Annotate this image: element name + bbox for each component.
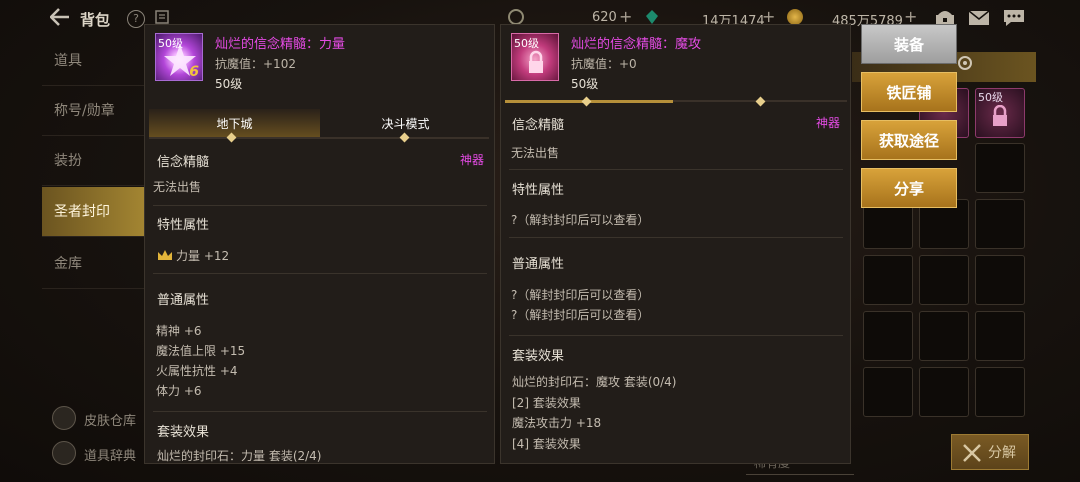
item-icon-magic-attack: 50级	[511, 33, 559, 81]
set-effect-title: 套装效果	[512, 349, 565, 364]
mail-icon[interactable]	[968, 9, 990, 27]
decompose-button[interactable]: 分解	[951, 434, 1029, 470]
divider	[509, 335, 843, 336]
set-effect-line: 灿烂的封印石：魔攻 套装(0/4)	[512, 375, 677, 389]
set-effect-title: 套装效果	[157, 425, 210, 440]
equip-button[interactable]: 装备	[861, 24, 957, 64]
inventory-slot[interactable]	[919, 367, 969, 417]
item-icon-strength: 50级 6	[155, 33, 203, 81]
divider	[153, 273, 487, 274]
share-button[interactable]: 分享	[861, 168, 957, 208]
decompose-label: 分解	[988, 445, 1016, 461]
normal-attr-line: 魔法值上限 +15	[156, 344, 246, 358]
item-name: 灿烂的信念精髓：魔攻	[571, 37, 702, 52]
special-attr-title: 特性属性	[512, 183, 565, 198]
tab-indicator-line	[149, 137, 489, 139]
lock-icon	[529, 50, 543, 73]
set-effect-line: 灿烂的封印石：力量 套装(2/4)	[157, 449, 322, 463]
trade-status: 无法出售	[511, 146, 560, 160]
inventory-slot[interactable]	[863, 311, 913, 361]
inventory-slot[interactable]	[975, 143, 1025, 193]
item-rarity: 神器	[460, 153, 485, 167]
crystal-icon	[646, 10, 658, 24]
currency-value-1: 620	[592, 10, 617, 25]
lock-icon	[993, 105, 1007, 126]
set-effect-line: [4] 套装效果	[512, 437, 581, 451]
sidebar-item-items[interactable]: 道具	[42, 36, 146, 86]
inventory-slot[interactable]	[975, 199, 1025, 249]
item-category: 信念精髓	[157, 155, 210, 170]
item-rarity: 神器	[816, 116, 841, 130]
sidebar-item-vault[interactable]: 金库	[42, 239, 146, 289]
trade-status: 无法出售	[153, 180, 202, 194]
gear-icon[interactable]	[956, 54, 974, 72]
normal-attr-line: 体力 +6	[156, 384, 202, 398]
coin-icon	[508, 9, 524, 25]
inventory-slot[interactable]	[919, 255, 969, 305]
normal-attr-line: 精神 +6	[156, 324, 202, 338]
item-tooltip-magic-attack: 50级 灿烂的信念精髓：魔攻 抗魔值：+0 50级 信念精髓 神器 无法出售 特…	[500, 24, 851, 464]
normal-attr-title: 普通属性	[512, 257, 565, 272]
item-dictionary-link[interactable]: 道具辞典	[84, 445, 136, 464]
acquire-source-button[interactable]: 获取途径	[861, 120, 957, 160]
help-icon[interactable]: ?	[127, 10, 145, 28]
item-level: 50级	[571, 77, 599, 91]
set-effect-line: 魔法攻击力 +18	[512, 416, 602, 430]
skin-storage-icon[interactable]	[52, 406, 76, 430]
divider	[509, 169, 843, 170]
sidebar-item-holy-seal[interactable]: 圣者封印	[42, 187, 146, 237]
back-arrow-icon[interactable]	[50, 8, 70, 26]
skin-storage-link[interactable]: 皮肤仓库	[84, 410, 136, 429]
normal-attr-line: ?（解封封印后可以查看）	[511, 288, 650, 302]
decompose-icon	[963, 444, 981, 462]
item-magic-resist: 抗魔值：+0	[571, 57, 637, 71]
item-magic-resist: 抗魔值：+102	[215, 57, 296, 71]
normal-attr-line: 火属性抗性 +4	[156, 364, 238, 378]
special-attr-title: 特性属性	[157, 218, 210, 233]
item-count-badge: 6	[189, 64, 199, 80]
special-attr-value: ?（解封封印后可以查看）	[511, 213, 650, 227]
item-category: 信念精髓	[512, 118, 565, 133]
mode-tabs: 地下城 决斗模式	[149, 109, 491, 139]
special-attr-value: 力量 +12	[176, 249, 230, 263]
set-effect-line: [2] 套装效果	[512, 396, 581, 410]
item-name: 灿烂的信念精髓：力量	[215, 37, 346, 52]
inventory-slot[interactable]	[863, 255, 913, 305]
page-title: 背包	[80, 11, 111, 29]
divider	[153, 411, 487, 412]
tab-dungeon[interactable]: 地下城	[149, 109, 320, 139]
divider	[153, 205, 487, 206]
inventory-slot-locked-item[interactable]: 50级	[975, 88, 1025, 138]
dictionary-icon[interactable]	[52, 441, 76, 465]
sidebar-item-costume[interactable]: 装扮	[42, 136, 146, 186]
item-level-badge: 50级	[514, 37, 539, 50]
sidebar-item-titles[interactable]: 称号/勋章	[42, 86, 146, 136]
item-tooltip-strength: 50级 6 灿烂的信念精髓：力量 抗魔值：+102 50级 地下城 决斗模式 信…	[144, 24, 495, 464]
crown-icon	[158, 250, 172, 260]
normal-attr-line: ?（解封封印后可以查看）	[511, 308, 650, 322]
document-icon[interactable]	[155, 10, 169, 24]
item-level-badge: 50级	[978, 91, 1003, 104]
tab-indicator-diamond	[755, 96, 766, 107]
blacksmith-button[interactable]: 铁匠铺	[861, 72, 957, 112]
inventory-slot[interactable]	[919, 311, 969, 361]
inventory-slot[interactable]	[975, 311, 1025, 361]
tab-indicator-diamond	[581, 96, 592, 107]
chat-icon[interactable]	[1003, 9, 1025, 27]
divider	[509, 237, 843, 238]
gold-icon	[787, 9, 803, 25]
normal-attr-title: 普通属性	[157, 293, 210, 308]
inventory-slot[interactable]	[975, 367, 1025, 417]
item-level: 50级	[215, 77, 243, 91]
inventory-slot[interactable]	[863, 367, 913, 417]
item-level-badge: 50级	[158, 37, 183, 50]
inventory-slot[interactable]	[975, 255, 1025, 305]
